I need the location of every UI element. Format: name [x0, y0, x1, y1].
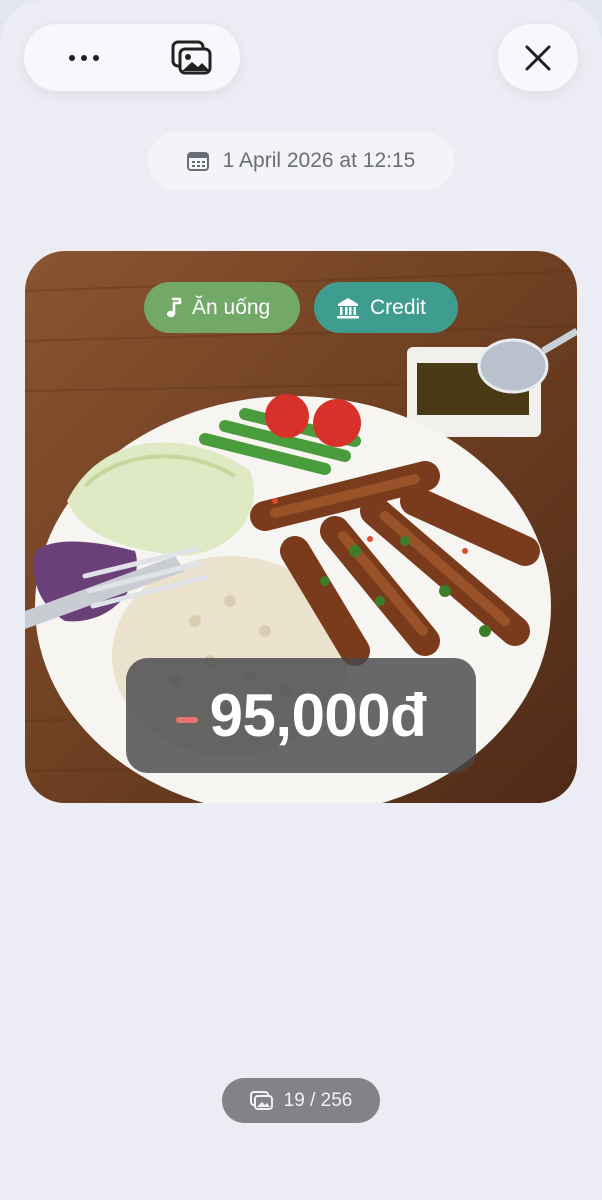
counter-text: 19 / 256 — [283, 1089, 353, 1111]
close-button[interactable] — [498, 24, 578, 91]
bank-icon — [337, 297, 359, 318]
photo-stack-icon — [171, 40, 212, 74]
photo-counter: 19 / 256 — [222, 1078, 380, 1123]
date-chip[interactable]: 1 April 2026 at 12:15 — [148, 132, 454, 190]
gallery-button[interactable] — [156, 24, 228, 91]
ellipsis-icon — [69, 54, 99, 61]
amount-box[interactable]: 95,000đ — [126, 658, 476, 773]
amount-value: 95,000đ — [209, 682, 427, 749]
category-tag[interactable]: Ăn uống — [144, 282, 300, 333]
account-tag[interactable]: Credit — [314, 282, 458, 333]
photo-stack-icon — [249, 1090, 273, 1110]
toolbar-pill — [24, 24, 240, 91]
transaction-photo-sheet: 1 April 2026 at 12:15 Ăn uống Credit 95,… — [0, 0, 602, 1200]
receipt-photo[interactable]: Ăn uống Credit 95,000đ — [25, 251, 577, 803]
account-label: Credit — [370, 295, 427, 319]
calendar-icon — [186, 152, 209, 171]
music-note-icon — [167, 297, 182, 317]
close-icon — [525, 45, 551, 70]
more-button[interactable] — [48, 24, 120, 91]
expense-sign — [175, 716, 198, 723]
category-label: Ăn uống — [192, 295, 271, 319]
date-text: 1 April 2026 at 12:15 — [222, 149, 416, 172]
